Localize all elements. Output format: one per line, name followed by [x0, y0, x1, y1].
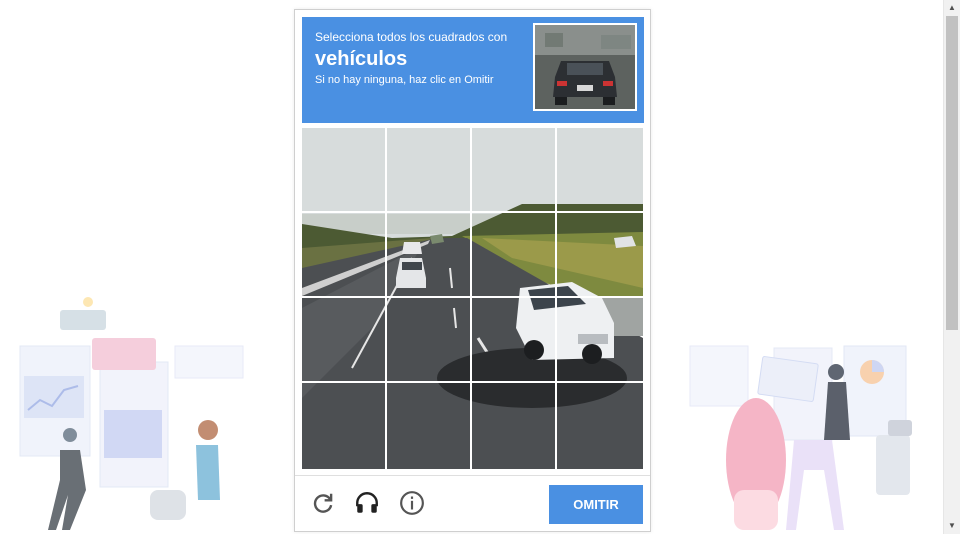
grid-tile[interactable]: [472, 128, 555, 211]
grid-tile[interactable]: [302, 213, 385, 296]
grid-tile[interactable]: [302, 383, 385, 466]
scroll-up-arrow[interactable]: ▲: [944, 0, 960, 16]
challenge-header: Selecciona todos los cuadrados con vehíc…: [302, 17, 644, 123]
info-icon[interactable]: [399, 490, 425, 516]
sample-vehicle-image: [533, 23, 637, 111]
image-grid: [302, 128, 643, 469]
scroll-down-arrow[interactable]: ▼: [944, 518, 960, 534]
grid-tile[interactable]: [557, 128, 640, 211]
reload-icon[interactable]: [310, 490, 336, 516]
grid-tile[interactable]: [387, 298, 470, 381]
grid-tile[interactable]: [472, 213, 555, 296]
grid-tile[interactable]: [302, 298, 385, 381]
decorative-illustration-left: [19, 297, 244, 530]
grid-tile[interactable]: [557, 213, 640, 296]
grid-tile[interactable]: [387, 128, 470, 211]
grid-tile[interactable]: [302, 128, 385, 211]
grid-tile[interactable]: [557, 298, 640, 381]
instruction-text: Selecciona todos los cuadrados con: [315, 30, 508, 44]
grid-tile[interactable]: [472, 298, 555, 381]
challenge-footer: OMITIR: [295, 475, 650, 531]
captcha-challenge: Selecciona todos los cuadrados con vehíc…: [294, 9, 651, 532]
scrollbar-thumb[interactable]: [946, 16, 958, 330]
skip-button[interactable]: OMITIR: [549, 485, 643, 524]
hint-text: Si no hay ninguna, haz clic en Omitir: [315, 74, 494, 86]
grid-tile[interactable]: [472, 383, 555, 466]
decorative-illustration-right: [689, 345, 912, 530]
headphones-icon[interactable]: [354, 490, 380, 516]
grid-tile[interactable]: [387, 213, 470, 296]
grid-tile[interactable]: [387, 383, 470, 466]
page-scrollbar[interactable]: ▲ ▼: [943, 0, 960, 534]
grid-tile[interactable]: [557, 383, 640, 466]
target-object-label: vehículos: [315, 48, 408, 70]
